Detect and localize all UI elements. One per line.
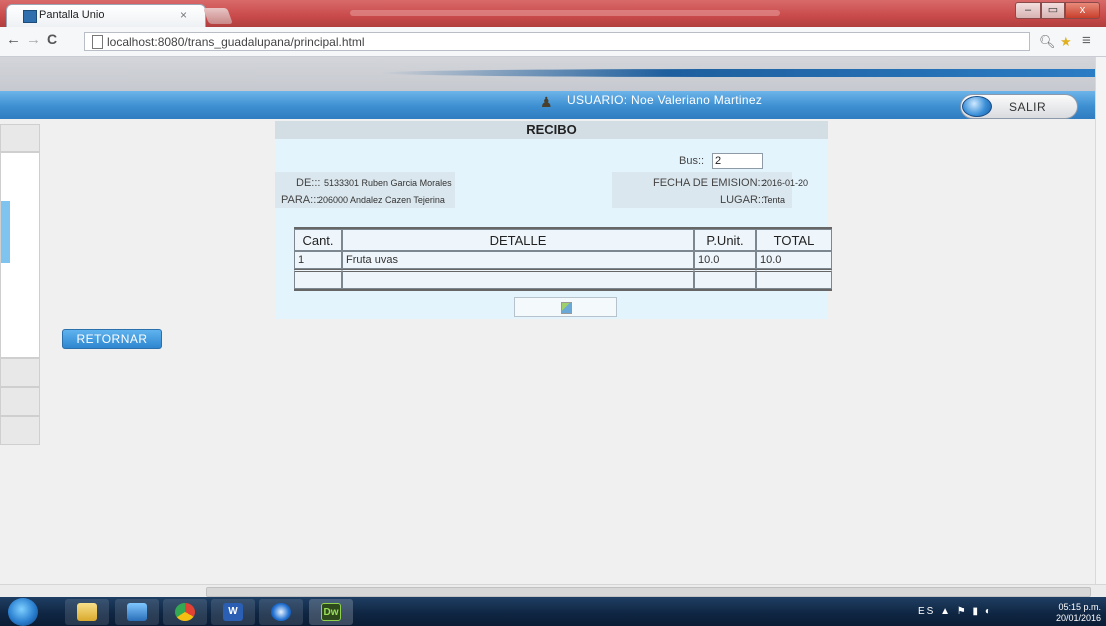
- tab-close-icon[interactable]: ×: [180, 8, 187, 22]
- page-favicon-icon: [23, 10, 37, 23]
- lugar-label: LUGAR:::: [720, 194, 768, 206]
- chrome-icon: [175, 603, 195, 621]
- user-label: USUARIO: Noe Valeriano Martinez: [567, 93, 763, 107]
- window-title-blur: [350, 10, 780, 16]
- cell-empty: [694, 269, 756, 289]
- star-icon[interactable]: ★: [1060, 34, 1072, 50]
- forward-arrow-icon[interactable]: →: [26, 31, 41, 48]
- clock-time: 05:15 p.m.: [1058, 602, 1101, 612]
- cell-empty: [756, 269, 832, 289]
- salir-label: SALIR: [1009, 100, 1047, 114]
- system-tray[interactable]: ES ▲ ⚑ ▮ ◐: [918, 606, 993, 617]
- media-player-icon: [127, 603, 147, 621]
- taskbar-clock[interactable]: 05:15 p.m. 20/01/2016: [1043, 602, 1101, 624]
- browser-tab[interactable]: Pantalla Unio ×: [6, 4, 206, 27]
- cell-empty: [342, 269, 694, 289]
- table-header-row: Cant. DETALLE P.Unit. TOTAL: [294, 229, 832, 251]
- header-wave: [380, 69, 1095, 77]
- taskbar-dreamweaver[interactable]: Dw: [309, 599, 353, 625]
- detalle-table: Cant. DETALLE P.Unit. TOTAL 1 Fruta uvas…: [294, 227, 832, 291]
- taskbar-chrome[interactable]: [163, 599, 207, 625]
- zoom-icon[interactable]: 🔍︎: [1039, 34, 1056, 50]
- cell-punit: 10.0: [694, 251, 756, 269]
- user-icon: ♟: [540, 94, 553, 110]
- col-detalle-header: DETALLE: [342, 229, 694, 251]
- cell-cant: 1: [294, 251, 342, 269]
- left-panel-main: [0, 152, 40, 358]
- para-label: PARA:::: [281, 194, 320, 206]
- left-panel-indicator: [1, 201, 10, 263]
- col-total-header: TOTAL: [756, 229, 832, 251]
- de-value: 5133301 Ruben Garcia Morales: [324, 178, 452, 188]
- col-punit-header: P.Unit.: [694, 229, 756, 251]
- cell-total: 10.0: [756, 251, 832, 269]
- bus-label: Bus::: [679, 155, 705, 167]
- tray-lang[interactable]: ES: [918, 606, 935, 617]
- left-panel-tab-3[interactable]: [0, 387, 40, 416]
- bus-input[interactable]: 2: [712, 153, 763, 169]
- taskbar-explorer[interactable]: [65, 599, 109, 625]
- cell-detalle: Fruta uvas: [342, 251, 694, 269]
- taskbar-media[interactable]: [115, 599, 159, 625]
- clock-date: 20/01/2016: [1055, 613, 1101, 623]
- de-label: DE:::: [296, 177, 321, 189]
- para-value: 206000 Andalez Cazen Tejerina: [318, 195, 445, 205]
- start-orb-icon[interactable]: [8, 598, 38, 626]
- address-url: localhost:8080/trans_guadalupana/princip…: [107, 35, 365, 49]
- word-icon: W: [223, 603, 243, 621]
- window-close-button[interactable]: x: [1065, 2, 1100, 19]
- window-maximize-button[interactable]: ▭: [1041, 2, 1065, 19]
- vertical-scrollbar[interactable]: [1095, 57, 1106, 584]
- back-arrow-icon[interactable]: ←: [6, 31, 21, 48]
- window-minimize-button[interactable]: –: [1015, 2, 1041, 19]
- ie-icon: [271, 603, 291, 621]
- retornar-button[interactable]: RETORNAR: [62, 329, 162, 349]
- taskbar-ie[interactable]: [259, 599, 303, 625]
- salir-ball-icon: [962, 96, 992, 117]
- left-panel-tab-2[interactable]: [0, 358, 40, 387]
- table-row: 1 Fruta uvas 10.0 10.0: [294, 251, 832, 269]
- cell-empty: [294, 269, 342, 289]
- left-panel-tab-4[interactable]: [0, 416, 40, 445]
- salir-button[interactable]: SALIR: [960, 94, 1078, 119]
- table-row-empty: [294, 269, 832, 289]
- recibo-title: RECIBO: [275, 121, 828, 139]
- fecha-value: 2016-01-20: [762, 178, 809, 188]
- broken-image-icon: [561, 302, 572, 314]
- horizontal-scrollbar[interactable]: [0, 584, 1106, 598]
- lugar-value: Tenta: [763, 195, 786, 205]
- taskbar-word[interactable]: W: [211, 599, 255, 625]
- col-cant-header: Cant.: [294, 229, 342, 251]
- menu-icon[interactable]: ≡: [1082, 32, 1091, 49]
- page-header-top: [0, 57, 1095, 91]
- image-placeholder: [514, 297, 617, 317]
- dreamweaver-icon: Dw: [321, 603, 341, 621]
- reload-icon[interactable]: C: [47, 31, 57, 47]
- folder-icon: [77, 603, 97, 621]
- address-bar[interactable]: localhost:8080/trans_guadalupana/princip…: [84, 32, 1030, 51]
- left-panel-tab-1[interactable]: [0, 124, 40, 152]
- scrollbar-thumb[interactable]: [206, 587, 1091, 597]
- page-icon: [92, 35, 103, 49]
- fecha-label: FECHA DE EMISION:::: [653, 177, 767, 189]
- tab-title: Pantalla Unio: [39, 9, 105, 21]
